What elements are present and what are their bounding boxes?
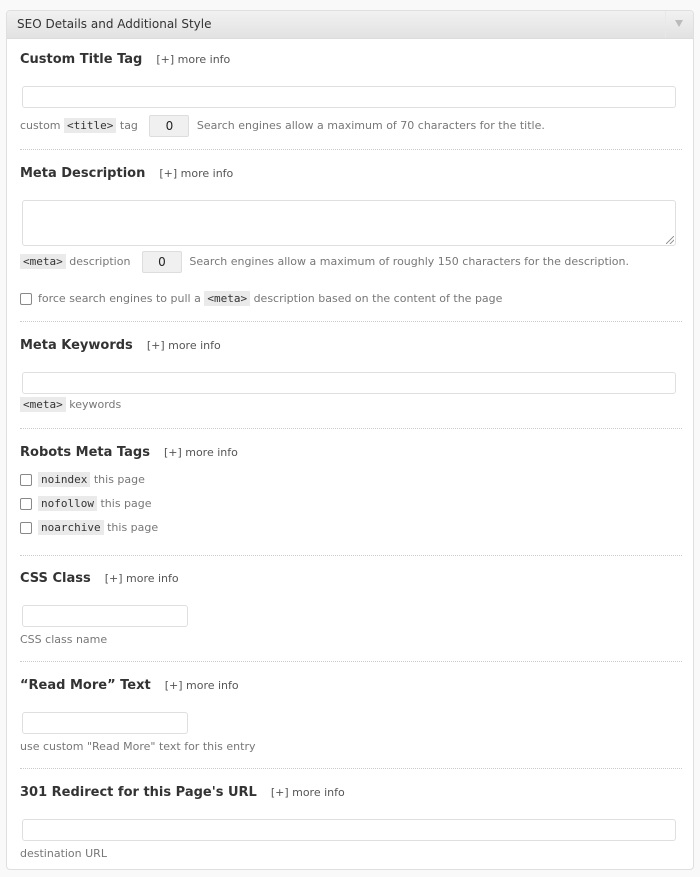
redirect-label: 301 Redirect for this Page's URL [+] more… [20, 785, 345, 800]
seo-panel: SEO Details and Additional Style Custom … [6, 10, 694, 870]
panel-title: SEO Details and Additional Style [17, 17, 212, 31]
robots-more-info-link[interactable]: [+] more info [164, 446, 238, 459]
noindex-checkbox[interactable] [20, 474, 32, 486]
read-more-more-info-link[interactable]: [+] more info [165, 679, 239, 692]
css-class-label: CSS Class [+] more info [20, 571, 179, 586]
meta-description-more-info-link[interactable]: [+] more info [159, 167, 233, 180]
force-description-checkbox[interactable] [20, 293, 32, 305]
robots-option-noarchive: noarchive this page [20, 520, 158, 535]
css-class-help: CSS class name [20, 633, 108, 646]
title-tag-help: custom <title> tag 0 Search engines allo… [20, 115, 545, 137]
noarchive-checkbox[interactable] [20, 522, 32, 534]
css-class-input[interactable] [22, 605, 188, 627]
triangle-down-icon [675, 20, 683, 27]
title-tag-input[interactable] [22, 86, 676, 108]
meta-description-help: <meta> description 0 Search engines allo… [20, 251, 629, 273]
title-char-count: 0 [149, 115, 190, 137]
panel-header[interactable]: SEO Details and Additional Style [7, 11, 693, 39]
nofollow-checkbox[interactable] [20, 498, 32, 510]
divider [20, 149, 682, 150]
title-tag-label: Custom Title Tag [+] more info [20, 52, 231, 67]
robots-label: Robots Meta Tags [+] more info [20, 445, 238, 460]
robots-option-noindex: noindex this page [20, 472, 145, 487]
meta-keywords-input[interactable] [22, 372, 676, 394]
meta-keywords-label: Meta Keywords [+] more info [20, 338, 221, 353]
meta-keywords-more-info-link[interactable]: [+] more info [147, 339, 221, 352]
description-char-count: 0 [141, 251, 182, 273]
divider [20, 768, 682, 769]
force-description-option: force search engines to pull a <meta> de… [20, 291, 502, 306]
read-more-input[interactable] [22, 712, 188, 734]
meta-description-textarea[interactable] [22, 200, 676, 246]
redirect-more-info-link[interactable]: [+] more info [271, 786, 345, 799]
read-more-help: use custom "Read More" text for this ent… [20, 740, 256, 753]
divider [20, 428, 682, 429]
meta-keywords-help: <meta> keywords [20, 397, 121, 412]
divider [20, 661, 682, 662]
css-class-more-info-link[interactable]: [+] more info [105, 572, 179, 585]
divider [20, 321, 682, 322]
divider [20, 555, 682, 556]
panel-toggle-button[interactable] [665, 11, 693, 38]
title-tag-more-info-link[interactable]: [+] more info [156, 53, 230, 66]
robots-option-nofollow: nofollow this page [20, 496, 152, 511]
redirect-help: destination URL [20, 847, 107, 860]
read-more-label: “Read More” Text [+] more info [20, 678, 239, 693]
redirect-url-input[interactable] [22, 819, 676, 841]
meta-description-label: Meta Description [+] more info [20, 166, 234, 181]
